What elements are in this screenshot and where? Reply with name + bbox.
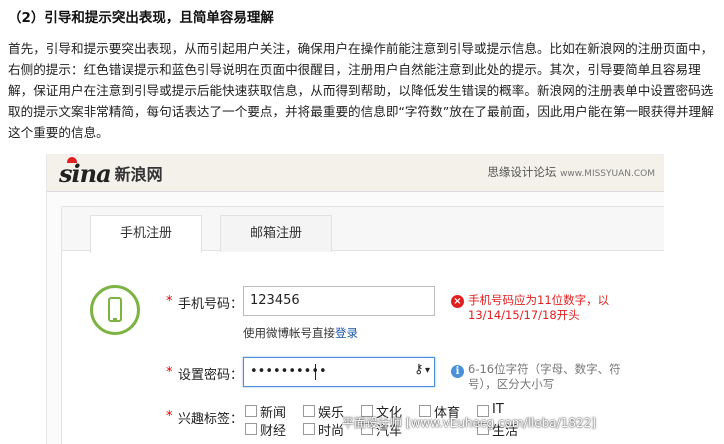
login-link[interactable]: 登录 <box>335 326 358 340</box>
interest-checkbox-entertainment[interactable] <box>303 405 315 417</box>
forum-watermark: 思缘设计论坛 www.MISSYUAN.COM <box>487 165 655 179</box>
required-marker: * <box>166 365 173 380</box>
chevron-down-icon[interactable]: ▾ <box>425 365 430 376</box>
phone-error-message: 手机号码应为11位数字，以13/14/15/17/18开头 <box>468 293 610 322</box>
interest-checkbox-finance[interactable] <box>245 423 257 435</box>
register-tabs: 手机注册 邮箱注册 <box>62 207 664 253</box>
tab-email-register[interactable]: 邮箱注册 <box>220 215 332 252</box>
required-marker: * <box>166 294 173 309</box>
key-icon[interactable]: ⚷ <box>414 362 424 377</box>
interest-checkbox-fashion[interactable] <box>303 423 315 435</box>
sina-logo[interactable]: sina 新浪网 <box>59 156 163 188</box>
article-heading: （2）引导和提示突出表现，且简单容易理解 <box>8 10 274 26</box>
register-card: 手机注册 邮箱注册 * 手机号码： 123456 使用微博帐号直接登录 × 手机… <box>61 206 664 444</box>
info-icon: i <box>451 365 464 378</box>
tab-phone-register[interactable]: 手机注册 <box>90 215 202 253</box>
password-info-message: 6-16位字符（字母、数字、符号），区分大小写 <box>468 362 621 391</box>
interest-label-fashion: 时尚 <box>318 424 345 439</box>
interest-label: 兴趣标签： <box>178 412 244 427</box>
image-watermark: 平面设计师 [www.vEuhecg.com/lleba/1822] <box>342 416 596 430</box>
phone-label: 手机号码： <box>178 297 244 312</box>
phone-input[interactable]: 123456 <box>243 286 435 316</box>
embedded-screenshot: sina 新浪网 思缘设计论坛 www.MISSYUAN.COM 手机注册 邮箱… <box>46 154 664 444</box>
weibo-login-hint: 使用微博帐号直接登录 <box>243 326 358 340</box>
password-label: 设置密码： <box>178 368 244 383</box>
article-paragraph: 首先，引导和提示要突出表现，从而引起用户关注，确保用户在操作前能注意到引导或提示… <box>8 41 714 140</box>
password-input[interactable]: •••••••••• <box>243 357 435 387</box>
text-caret <box>315 364 316 380</box>
site-header: sina 新浪网 思缘设计论坛 www.MISSYUAN.COM <box>47 154 664 192</box>
required-marker: * <box>166 409 173 424</box>
error-icon: × <box>451 295 464 308</box>
interest-checkbox-news[interactable] <box>245 405 257 417</box>
interest-label-news: 新闻 <box>260 406 287 421</box>
logo-chinese: 新浪网 <box>114 165 163 184</box>
mobile-phone-icon <box>90 285 140 335</box>
logo-wordmark: sina <box>59 156 112 188</box>
logo-eye-mark <box>67 156 77 163</box>
interest-label-finance: 财经 <box>260 424 287 439</box>
interest-label-entertainment: 娱乐 <box>318 406 345 421</box>
